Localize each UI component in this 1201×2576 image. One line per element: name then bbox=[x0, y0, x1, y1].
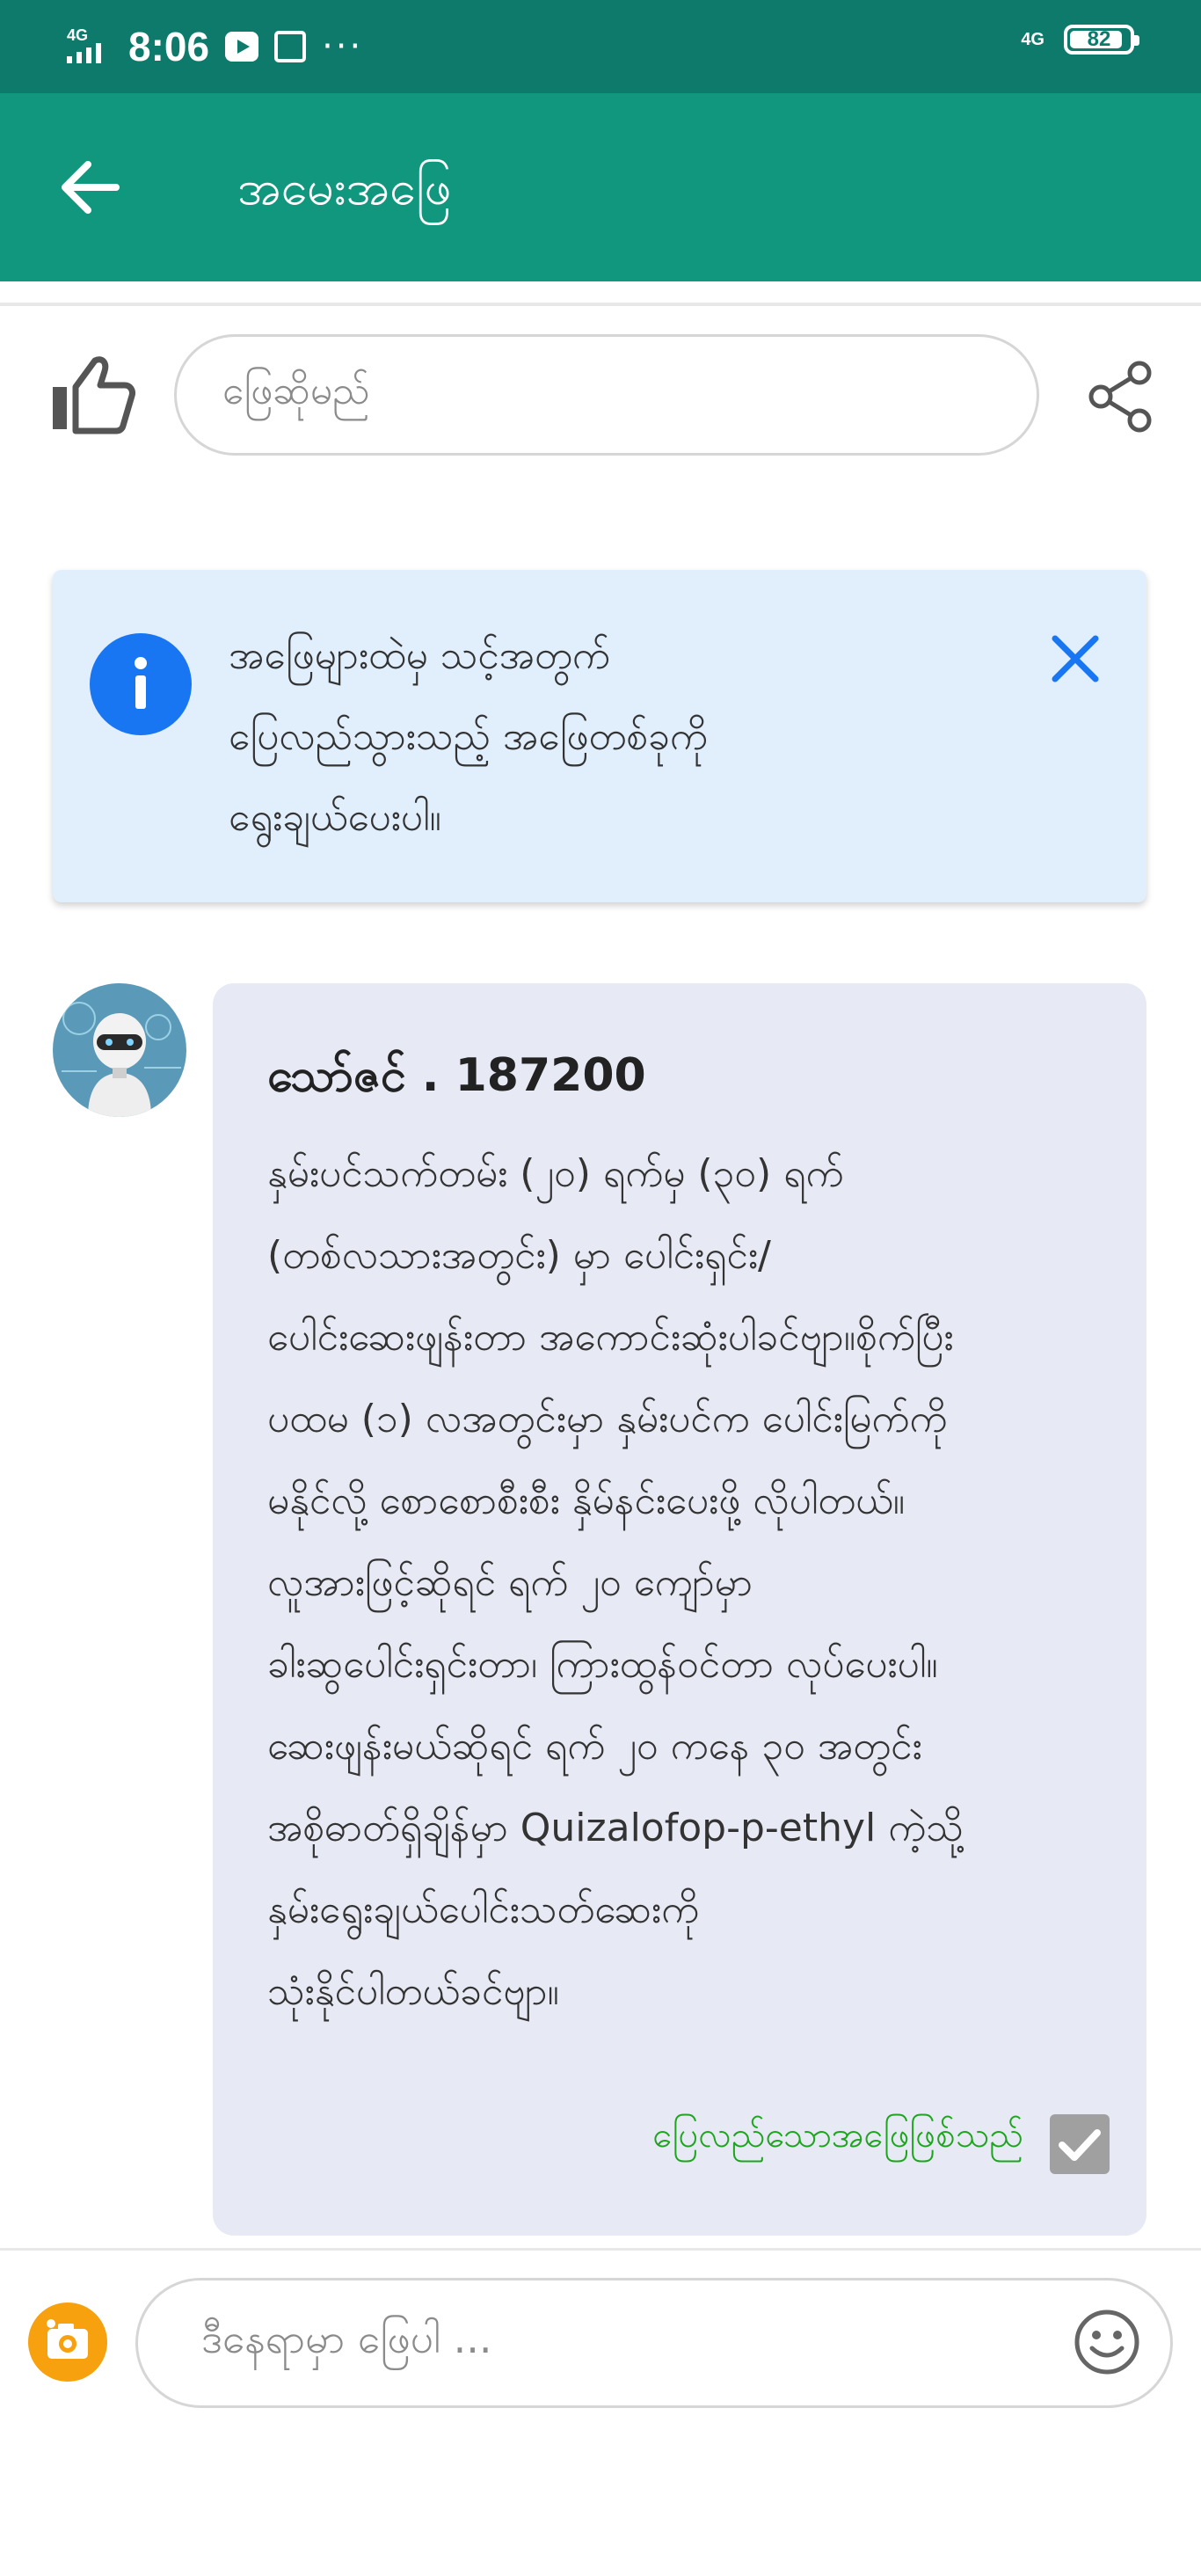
app-bar: အမေးအဖြေ bbox=[0, 93, 1201, 281]
accepted-checkbox[interactable] bbox=[1050, 2114, 1110, 2174]
answer-text: နှမ်းပင်သက်တမ်း (၂၀) ရက်မှ (၃၀) ရက် (တစ်… bbox=[267, 1133, 1111, 2032]
info-icon bbox=[90, 633, 192, 735]
info-banner: အဖြေများထဲမှ သင့်အတွက် ပြေလည်သွားသည့် အဖ… bbox=[53, 570, 1146, 902]
status-bar: 4G 8:06 ··· 4G 82 bbox=[0, 0, 1201, 93]
thumbs-up-icon bbox=[53, 356, 135, 434]
divider bbox=[0, 303, 1201, 306]
answer-author: သော်ဇင် . 187200 bbox=[267, 1049, 646, 1102]
avatar[interactable] bbox=[53, 983, 186, 1117]
youtube-icon bbox=[225, 32, 259, 62]
answer-placeholder: ဖြေဆိုမည် bbox=[222, 369, 370, 413]
network-type-right: 4G bbox=[1021, 29, 1045, 49]
store-icon bbox=[274, 31, 307, 62]
emoji-icon bbox=[1074, 2310, 1139, 2375]
answer-card: သော်ဇင် . 187200 နှမ်းပင်သက်တမ်း (၂၀) ရက… bbox=[213, 983, 1146, 2236]
reply-placeholder: ဒီနေရာမှာ ဖြေပါ ... bbox=[201, 2314, 492, 2362]
accepted-answer-label: ပြေလည်သောအဖြေဖြစ်သည် bbox=[652, 2115, 1023, 2156]
robot-avatar-icon bbox=[53, 983, 186, 1117]
answer-line: ဆေးဖျန်းမယ်ဆိုရင် ရက် ၂၀ ကနေ ၃၀ အတွင်း bbox=[267, 1724, 922, 1769]
signal-icon: 4G bbox=[65, 26, 113, 67]
camera-button[interactable] bbox=[28, 2302, 107, 2382]
answer-line: နှမ်းပင်သက်တမ်း (၂၀) ရက်မှ (၃၀) ရက် bbox=[267, 1151, 844, 1196]
clock: 8:06 bbox=[128, 24, 210, 69]
answer-line: ပေါင်းဆေးဖျန်းတာ အကောင်းဆုံးပါခင်ဗျာ။စို… bbox=[267, 1315, 954, 1360]
info-line: ရွေးချယ်ပေးပါ။ bbox=[229, 795, 441, 840]
info-message: အဖြေများထဲမှ သင့်အတွက် ပြေလည်သွားသည့် အဖ… bbox=[229, 616, 897, 858]
back-arrow-icon bbox=[62, 161, 120, 214]
answer-line: အစိုဓာတ်ရှိချိန်မှာ Quizalofop-p-ethyl က… bbox=[267, 1806, 964, 1850]
more-notifications-icon: ··· bbox=[322, 26, 364, 67]
answer-input[interactable]: ဖြေဆိုမည် bbox=[174, 334, 1039, 456]
page-title: အမေးအဖြေ bbox=[237, 160, 452, 215]
battery-level: 82 bbox=[1087, 27, 1111, 51]
back-button[interactable] bbox=[55, 157, 134, 218]
answer-line: ပထမ (၁) လအတွင်းမှာ နှမ်းပင်က ပေါင်းမြက်က… bbox=[267, 1397, 948, 1441]
check-icon bbox=[1059, 2129, 1101, 2161]
close-icon bbox=[1052, 635, 1099, 682]
answer-line: လူအားဖြင့်ဆိုရင် ရက် ၂၀ ကျော်မှာ bbox=[267, 1560, 753, 1605]
answer-line: သုံးနိုင်ပါတယ်ခင်ဗျာ။ bbox=[267, 1969, 559, 2014]
battery-icon: 82 bbox=[1064, 25, 1139, 55]
share-button[interactable] bbox=[1085, 359, 1155, 434]
answer-line: နှမ်းရွေးချယ်ပေါင်းသတ်ဆေးကို bbox=[267, 1887, 700, 1932]
answer-line: ခါးဆွပေါင်းရှင်းတာ၊ ကြားထွန်ဝင်တာ လုပ်ပေ… bbox=[267, 1642, 938, 1687]
info-line: အဖြေများထဲမှ သင့်အတွက် bbox=[229, 633, 610, 678]
divider bbox=[0, 2248, 1201, 2251]
close-banner-button[interactable] bbox=[1046, 630, 1104, 688]
emoji-button[interactable] bbox=[1073, 2308, 1141, 2376]
answer-line: မနိုင်လို့ စောစောစီးစီး နှိမ်နင်းပေးဖို့… bbox=[267, 1478, 906, 1523]
like-button[interactable] bbox=[49, 355, 135, 434]
reply-input[interactable]: ဒီနေရာမှာ ဖြေပါ ... bbox=[135, 2278, 1173, 2408]
answer-line: (တစ်လသားအတွင်း) မှာ ပေါင်းရှင်း/ bbox=[267, 1233, 771, 1278]
network-type: 4G bbox=[67, 26, 89, 44]
share-icon bbox=[1088, 361, 1152, 433]
info-line: ပြေလည်သွားသည့် အဖြေတစ်ခုကို bbox=[229, 714, 708, 759]
camera-icon bbox=[47, 2319, 88, 2359]
